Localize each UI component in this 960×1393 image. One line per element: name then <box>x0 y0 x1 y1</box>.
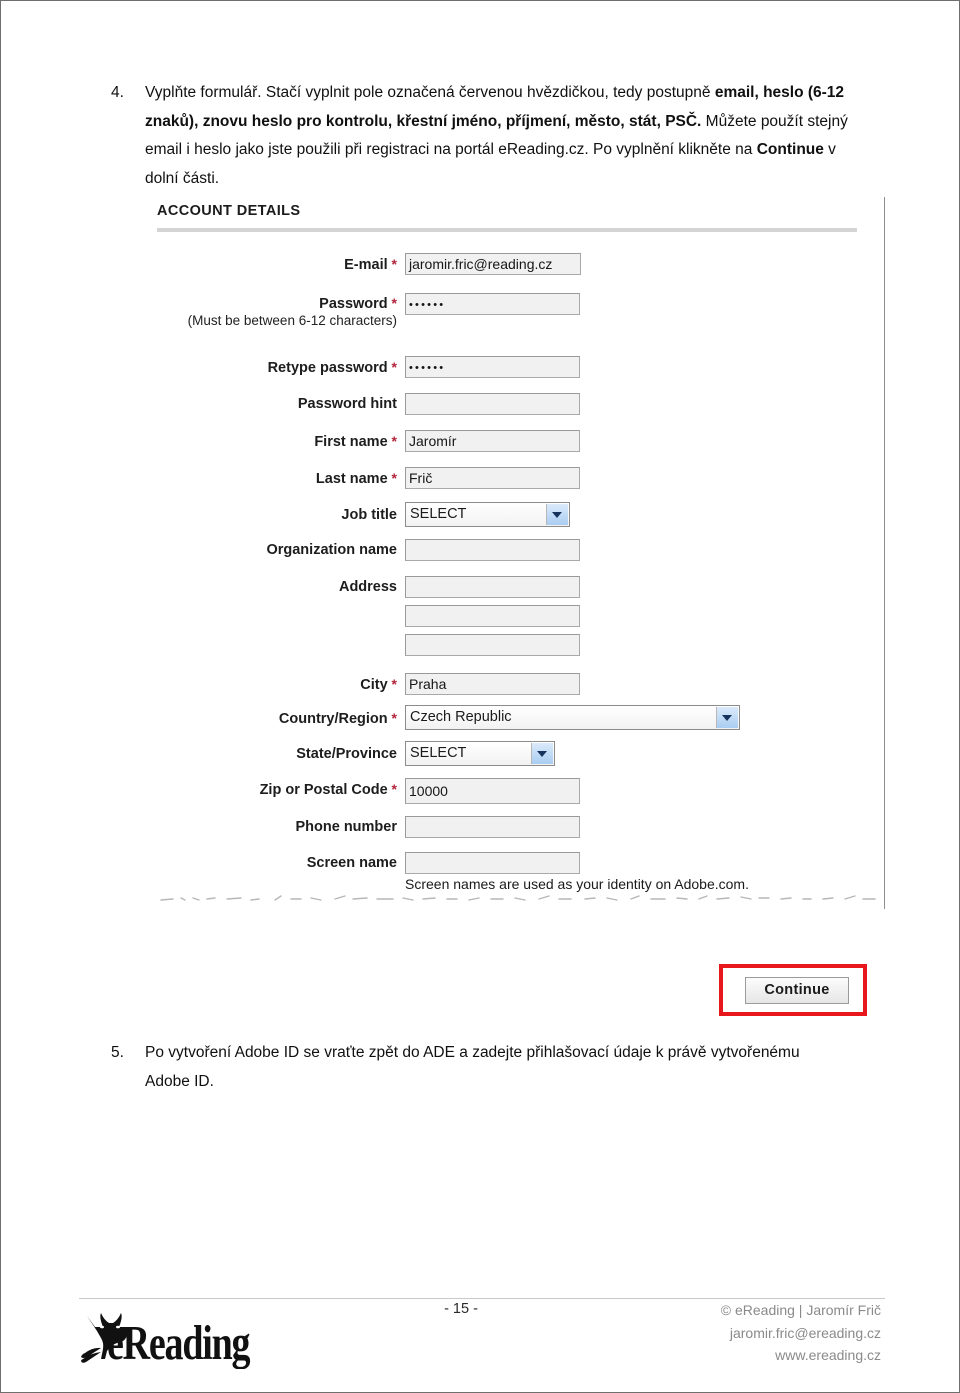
step-text-run: Vyplňte formulář. Stačí vyplnit pole ozn… <box>145 84 715 101</box>
phone-number-label: Phone number <box>295 819 397 835</box>
torn-edge-decoration <box>155 887 881 909</box>
first-name-label: First name * <box>314 433 397 450</box>
footer-email[interactable]: jaromir.fric@ereading.cz <box>551 1322 881 1345</box>
step-text-emphasis: Continue <box>756 141 824 158</box>
chevron-down-icon[interactable] <box>716 707 738 728</box>
address-label: Address <box>338 579 397 595</box>
job-title-selected-value: SELECT <box>410 506 467 522</box>
instruction-step-4: 4. Vyplňte formulář. Stačí vyplnit pole … <box>111 79 851 193</box>
retype-password-input[interactable]: •••••• <box>405 356 580 378</box>
required-star: * <box>387 359 397 375</box>
state-province-label: State/Province <box>296 746 397 762</box>
email-input[interactable]: jaromir.fric@reading.cz <box>405 253 581 275</box>
required-star: * <box>387 676 397 692</box>
page-number: - 15 - <box>444 1301 478 1317</box>
organization-name-input[interactable] <box>405 539 580 561</box>
retype-password-label: Retype password * <box>267 359 397 376</box>
job-title-select[interactable]: SELECT <box>405 502 570 527</box>
email-label: E-mail * <box>344 256 397 273</box>
state-province-select[interactable]: SELECT <box>405 741 555 766</box>
required-star: * <box>387 433 397 449</box>
country-region-selected-value: Czech Republic <box>410 709 512 725</box>
last-name-label: Last name * <box>315 470 397 487</box>
step-number: 4. <box>111 84 124 101</box>
job-title-label: Job title <box>341 507 397 523</box>
step-number: 5. <box>111 1044 124 1061</box>
address-line3-input[interactable] <box>405 634 580 656</box>
section-divider <box>157 228 857 232</box>
screen-name-input[interactable] <box>405 852 580 874</box>
instruction-step-5: 5. Po vytvoření Adobe ID se vraťte zpět … <box>111 1039 811 1096</box>
chevron-down-icon[interactable] <box>531 743 553 764</box>
document-page: 4. Vyplňte formulář. Stačí vyplnit pole … <box>0 0 960 1393</box>
state-province-selected-value: SELECT <box>410 745 467 761</box>
required-star: * <box>387 710 397 726</box>
password-sublabel: (Must be between 6-12 characters) <box>187 313 397 328</box>
step-text: Vyplňte formulář. Stačí vyplnit pole ozn… <box>145 79 851 193</box>
password-hint-label: Password hint <box>297 396 397 412</box>
account-details-heading: ACCOUNT DETAILS <box>157 203 301 219</box>
password-input[interactable]: •••••• <box>405 293 580 315</box>
continue-button-highlight: Continue <box>719 964 867 1016</box>
screen-name-label: Screen name <box>306 855 397 871</box>
screenshot-right-border <box>884 197 885 909</box>
country-region-select[interactable]: Czech Republic <box>405 705 740 730</box>
address-line2-input[interactable] <box>405 605 580 627</box>
step-text-run: Po vytvoření Adobe ID se vraťte zpět do … <box>145 1044 800 1090</box>
country-region-label: Country/Region * <box>278 710 397 727</box>
last-name-input[interactable]: Frič <box>405 467 580 489</box>
ereading-logo: eReading <box>77 1307 267 1369</box>
city-input[interactable]: Praha <box>405 673 580 695</box>
required-star: * <box>387 256 397 272</box>
chevron-down-icon[interactable] <box>546 504 568 525</box>
password-hint-input[interactable] <box>405 393 580 415</box>
footer-contact-info: © eReading | Jaromír Frič jaromir.fric@e… <box>551 1299 881 1367</box>
first-name-input[interactable]: Jaromír <box>405 430 580 452</box>
ereading-wordmark: eReading <box>107 1316 251 1369</box>
required-star: * <box>387 781 397 797</box>
required-star: * <box>387 295 397 311</box>
password-label: Password * <box>319 295 397 312</box>
footer-website[interactable]: www.ereading.cz <box>551 1344 881 1367</box>
zip-postal-code-input[interactable]: 10000 <box>405 778 580 804</box>
step-text: Po vytvoření Adobe ID se vraťte zpět do … <box>145 1039 811 1096</box>
required-star: * <box>387 470 397 486</box>
city-label: City * <box>360 676 397 693</box>
continue-button[interactable]: Continue <box>745 977 849 1004</box>
footer-copyright: © eReading | Jaromír Frič <box>720 1302 881 1318</box>
address-line1-input[interactable] <box>405 576 580 598</box>
adobe-signup-form-screenshot: ACCOUNT DETAILS E-mail * jaromir.fric@re… <box>149 197 885 915</box>
organization-name-label: Organization name <box>266 542 397 558</box>
zip-postal-code-label: Zip or Postal Code * <box>259 781 397 798</box>
phone-number-input[interactable] <box>405 816 580 838</box>
